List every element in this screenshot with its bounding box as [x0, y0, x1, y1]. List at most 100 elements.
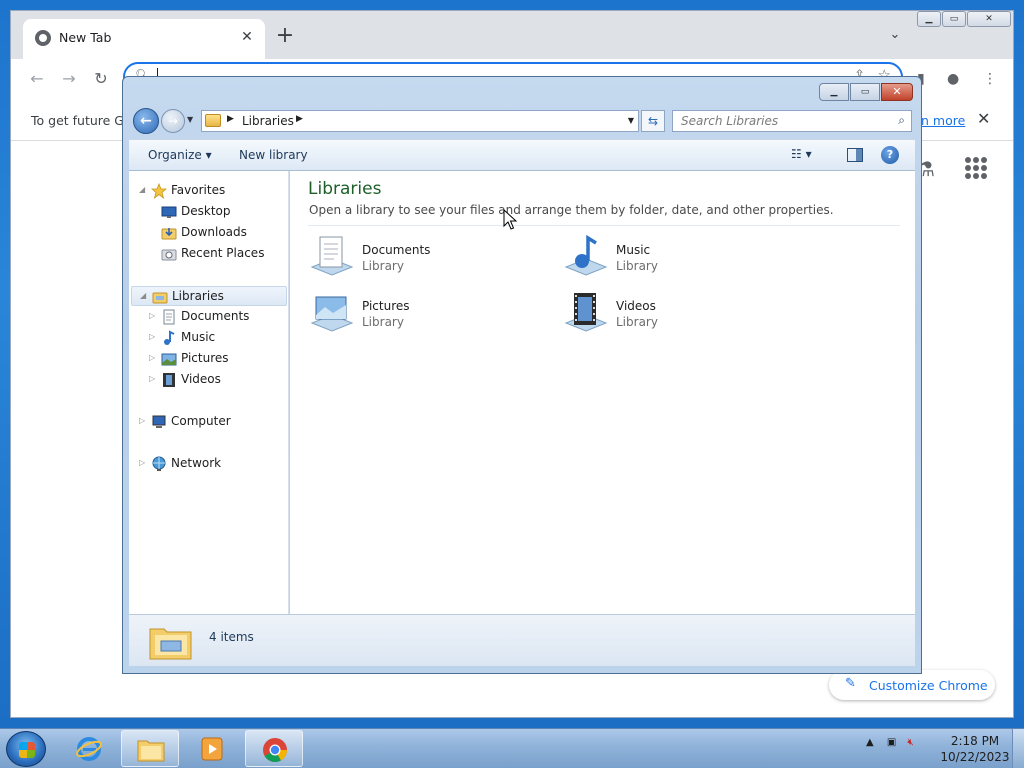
tab-close-icon[interactable]: ✕	[237, 27, 257, 47]
pencil-icon: ✎	[845, 676, 856, 691]
chrome-tab-bar: New Tab ✕ + ⌄ ▁ ▭ ✕	[11, 11, 1013, 59]
taskbar-internet-explorer[interactable]	[60, 730, 118, 767]
explorer-forward-button[interactable]: →	[161, 109, 185, 133]
chrome-tab-new-tab[interactable]: New Tab ✕	[23, 19, 265, 59]
forward-arrow-icon[interactable]: →	[59, 69, 79, 89]
tab-search-icon[interactable]: ⌄	[885, 27, 905, 47]
nav-videos[interactable]: ▷ Videos	[131, 370, 287, 390]
preview-pane-icon[interactable]	[847, 148, 863, 162]
nav-recent-places[interactable]: Recent Places	[131, 244, 287, 264]
nav-documents[interactable]: ▷ Documents	[131, 307, 287, 327]
collapse-triangle-icon[interactable]: ◢	[139, 185, 145, 194]
library-documents[interactable]: Documents Library	[308, 231, 538, 281]
navigation-pane: ◢ Favorites Desktop Downloads Recent Pla…	[129, 171, 289, 614]
new-library-button[interactable]: New library	[239, 148, 308, 162]
chrome-maximize-button[interactable]: ▭	[942, 11, 966, 27]
recent-pages-dropdown-icon[interactable]: ▼	[187, 115, 193, 124]
page-description: Open a library to see your files and arr…	[309, 203, 834, 217]
downloads-folder-icon	[161, 228, 177, 240]
details-pane: 4 items	[129, 614, 915, 666]
library-type: Library	[616, 259, 658, 273]
taskbar: ▲ ▣ 🔇︎ 2:18 PM 10/22/2023	[0, 728, 1024, 768]
library-videos[interactable]: Videos Library	[562, 287, 792, 337]
nav-libraries[interactable]: ◢ Libraries	[131, 286, 287, 306]
library-pictures[interactable]: Pictures Library	[308, 287, 538, 337]
expand-triangle-icon[interactable]: ▷	[149, 353, 155, 362]
nav-label: Favorites	[171, 183, 226, 197]
organize-button[interactable]: Organize ▾	[148, 148, 212, 162]
show-desktop-button[interactable]	[1012, 729, 1024, 768]
refresh-button[interactable]: ⇆	[641, 110, 665, 132]
explorer-minimize-button[interactable]: ▁	[819, 83, 849, 101]
nav-label: Recent Places	[181, 246, 265, 260]
taskbar-windows-explorer[interactable]	[121, 730, 179, 767]
documents-icon	[163, 309, 175, 325]
expand-triangle-icon[interactable]: ▷	[139, 416, 145, 425]
taskbar-google-chrome[interactable]	[245, 730, 303, 767]
nav-label: Computer	[171, 414, 231, 428]
libraries-folder-icon	[149, 628, 192, 660]
taskbar-media-player[interactable]	[183, 730, 241, 767]
breadcrumb-libraries[interactable]: Libraries	[242, 114, 294, 128]
expand-triangle-icon[interactable]: ▷	[149, 311, 155, 320]
recent-places-icon	[161, 249, 177, 261]
back-arrow-icon[interactable]: ←	[27, 69, 47, 89]
help-icon[interactable]: ?	[881, 146, 899, 164]
volume-muted-icon[interactable]: 🔇︎	[908, 737, 914, 748]
chrome-favicon-icon	[35, 30, 51, 46]
network-status-icon[interactable]: ▣	[887, 737, 896, 748]
customize-chrome-label: Customize Chrome	[869, 678, 988, 693]
media-player-icon	[201, 737, 223, 761]
change-view-button[interactable]: ☷ ▾	[791, 147, 812, 161]
infobar-learn-more-link[interactable]: n more	[921, 113, 965, 128]
customize-chrome-button[interactable]: ✎ Customize Chrome	[829, 670, 995, 700]
nav-computer[interactable]: ▷ Computer	[131, 412, 287, 432]
explorer-maximize-button[interactable]: ▭	[850, 83, 880, 101]
start-button[interactable]	[6, 731, 46, 767]
show-hidden-icons-icon[interactable]: ▲	[866, 737, 874, 748]
divider	[308, 225, 900, 226]
search-libraries-input[interactable]: Search Libraries ⌕	[672, 110, 912, 132]
library-type: Library	[616, 315, 658, 329]
infobar-close-icon[interactable]: ✕	[977, 109, 990, 128]
collapse-triangle-icon[interactable]: ◢	[140, 291, 146, 300]
expand-triangle-icon[interactable]: ▷	[149, 332, 155, 341]
star-icon	[151, 183, 167, 199]
libraries-content: Libraries Open a library to see your fil…	[290, 171, 915, 614]
music-note-icon	[164, 330, 175, 345]
explorer-caption-buttons: ▁ ▭ ✕	[819, 83, 913, 101]
windows-explorer-icon	[137, 740, 165, 762]
menu-dots-icon[interactable]: ⋮	[983, 71, 997, 87]
breadcrumb-root-chevron-icon[interactable]: ▶	[227, 114, 234, 124]
clock-time: 2:18 PM	[950, 734, 1000, 748]
explorer-back-button[interactable]: ←	[133, 108, 159, 134]
new-tab-button[interactable]: +	[273, 25, 297, 49]
expand-triangle-icon[interactable]: ▷	[139, 458, 145, 467]
nav-pictures[interactable]: ▷ Pictures	[131, 349, 287, 369]
search-icon: ⌕	[898, 113, 905, 127]
nav-music[interactable]: ▷ Music	[131, 328, 287, 348]
network-icon	[152, 456, 166, 471]
system-clock[interactable]: 2:18 PM 10/22/2023	[940, 733, 1010, 765]
nav-desktop[interactable]: Desktop	[131, 202, 287, 222]
address-dropdown-icon[interactable]: ▼	[628, 116, 634, 125]
nav-downloads[interactable]: Downloads	[131, 223, 287, 243]
explorer-close-button[interactable]: ✕	[881, 83, 913, 101]
chrome-close-button[interactable]: ✕	[967, 11, 1011, 27]
chrome-minimize-button[interactable]: ▁	[917, 11, 941, 27]
videos-library-icon	[564, 293, 608, 332]
nav-label: Videos	[181, 372, 221, 386]
clock-date: 10/22/2023	[940, 750, 1010, 764]
nav-network[interactable]: ▷ Network	[131, 454, 287, 474]
nav-favorites[interactable]: ◢ Favorites	[131, 181, 287, 201]
expand-triangle-icon[interactable]: ▷	[149, 374, 155, 383]
item-count: 4 items	[209, 630, 254, 644]
library-music[interactable]: Music Library	[562, 231, 792, 281]
address-bar[interactable]: ▶ Libraries ▶ ▼	[201, 110, 639, 132]
profile-avatar-icon[interactable]: ●	[947, 71, 959, 87]
google-apps-icon[interactable]	[965, 157, 987, 179]
breadcrumb-chevron-icon[interactable]: ▶	[296, 114, 303, 124]
reload-icon[interactable]: ↻	[91, 69, 111, 89]
libraries-icon	[152, 292, 168, 304]
library-type: Library	[362, 315, 404, 329]
